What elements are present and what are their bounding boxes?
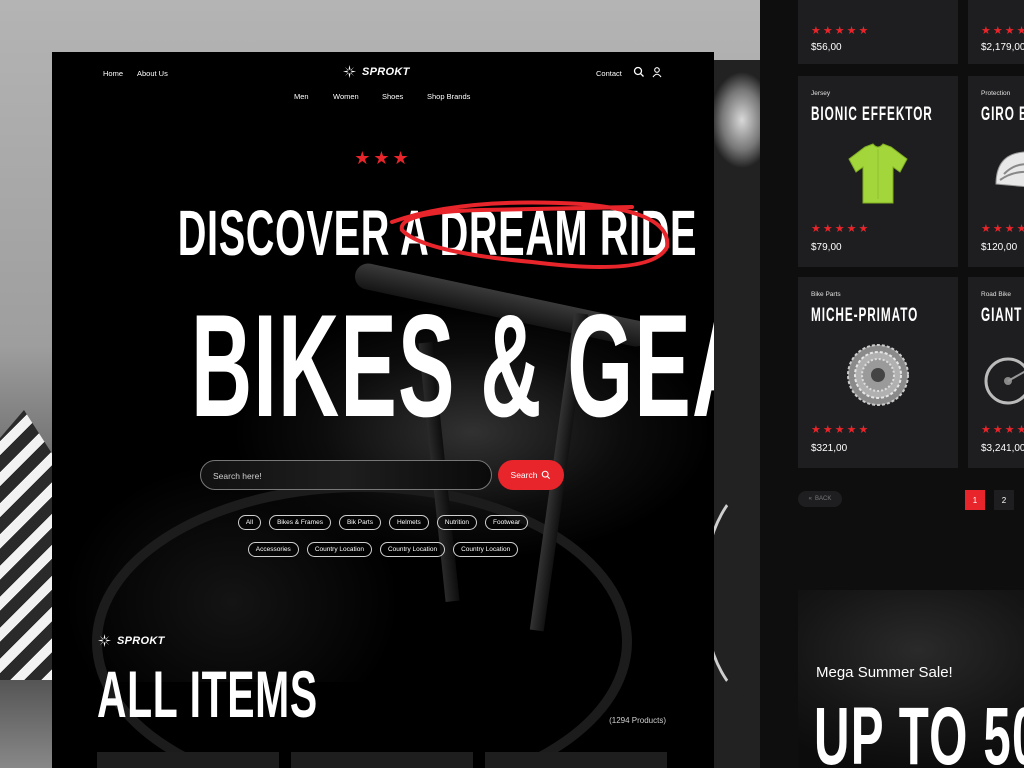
nav-home-link[interactable]: Home — [103, 69, 123, 78]
product-rating: ★★★★★ — [981, 25, 1024, 37]
filter-chip-country-location[interactable]: Country Location — [306, 542, 372, 557]
product-card[interactable] — [485, 752, 667, 768]
helmet-icon — [995, 151, 1024, 188]
product-name: GIANT — [981, 305, 1023, 326]
road-photo — [0, 680, 60, 768]
filter-chip-bikes-frames[interactable]: Bikes & Frames — [269, 515, 331, 530]
nav-contact-link[interactable]: Contact — [596, 69, 622, 78]
product-rating: ★★★★★ — [811, 25, 871, 37]
search-input[interactable] — [211, 461, 485, 491]
hero-headline-line2: BIKES & GEAR — [191, 284, 714, 447]
jersey-icon — [848, 143, 908, 204]
search-icon — [542, 470, 551, 480]
page-button-2[interactable]: 2 — [994, 490, 1014, 510]
search-icon[interactable] — [633, 66, 645, 78]
cyclist-photo — [702, 60, 828, 768]
product-card[interactable]: Road Bike GIANT ★★★★★ $3,241,00 — [968, 277, 1024, 468]
back-button-label: BACK — [815, 496, 832, 502]
product-price: $56,00 — [811, 42, 842, 53]
filter-chip-country-location[interactable]: Country Location — [453, 542, 519, 557]
product-category: Protection — [981, 90, 1011, 97]
product-rating: ★★★★★ — [981, 424, 1024, 436]
sale-headline: UP TO 50 — [814, 691, 1024, 768]
product-price: $3,241,00 — [981, 443, 1024, 454]
section-title: ALL ITEMS — [97, 657, 318, 731]
filter-chips-row-1: All Bikes & Frames Bik Parts Helmets Nut… — [52, 515, 714, 530]
filter-chip-country-location[interactable]: Country Location — [379, 542, 446, 557]
product-card[interactable]: ★★★★★ $2,179,00 — [968, 0, 1024, 64]
product-price: $2,179,00 — [981, 42, 1024, 53]
section-brand-logo: SPROKT — [97, 633, 165, 648]
bike-icon — [984, 357, 1024, 405]
rating-stars: ★★★ — [354, 148, 412, 168]
product-image — [798, 335, 958, 415]
brand-name: SPROKT — [362, 65, 410, 78]
filter-chip-nutrition[interactable]: Nutrition — [436, 515, 478, 530]
product-card[interactable] — [291, 752, 473, 768]
product-count: (1294 Products) — [609, 716, 666, 725]
product-image — [968, 339, 1024, 419]
filter-chips-row-2: Accessories Country Location Country Loc… — [52, 542, 714, 557]
product-card[interactable]: ★★★★★ $56,00 — [798, 0, 958, 64]
product-price: $321,00 — [811, 443, 848, 454]
product-image — [968, 134, 1024, 214]
brand-logo[interactable]: SPROKT — [342, 64, 410, 79]
category-shop-brands-link[interactable]: Shop Brands — [427, 92, 470, 101]
product-card[interactable] — [97, 752, 279, 768]
category-men-link[interactable]: Men — [294, 92, 309, 101]
product-card[interactable]: Jersey BIONIC EFFEKTOR ★★★★★ $79,00 — [798, 76, 958, 267]
cassette-icon — [847, 344, 909, 406]
product-name: BIONIC EFFEKTOR — [811, 104, 933, 125]
category-women-link[interactable]: Women — [333, 92, 359, 101]
back-button[interactable]: « BACK — [798, 491, 842, 507]
search-button[interactable]: Search — [498, 460, 564, 490]
hero-panel: Home About Us SPROKT Contact Men Women S… — [52, 52, 714, 768]
double-chevron-left-icon: « — [808, 496, 812, 502]
product-rating: ★★★★★ — [981, 223, 1024, 235]
product-price: $79,00 — [811, 242, 842, 253]
shop-panel: ★★★★★ $56,00 ★★★★★ $2,179,00 Jersey BION… — [760, 0, 1024, 768]
filter-chip-helmets[interactable]: Helmets — [388, 515, 429, 530]
search-button-label: Search — [510, 470, 538, 480]
category-shoes-link[interactable]: Shoes — [382, 92, 403, 101]
sprocket-icon — [342, 64, 357, 79]
product-rating: ★★★★★ — [811, 223, 871, 235]
sprocket-icon — [97, 633, 112, 648]
filter-chip-all[interactable]: All — [237, 515, 262, 530]
product-category: Road Bike — [981, 291, 1011, 298]
product-price: $120,00 — [981, 242, 1018, 253]
nav-about-link[interactable]: About Us — [137, 69, 168, 78]
sale-banner[interactable]: Mega Summer Sale! UP TO 50 — [798, 590, 1024, 768]
sale-subtitle: Mega Summer Sale! — [816, 664, 953, 681]
product-rating: ★★★★★ — [811, 424, 871, 436]
top-navigation: Home About Us SPROKT Contact Men Women S… — [52, 52, 714, 122]
user-icon[interactable] — [651, 66, 663, 78]
product-card[interactable]: Bike Parts MICHE-PRIMATO ★★★★★ $321,00 — [798, 277, 958, 468]
product-name: MICHE-PRIMATO — [811, 305, 919, 326]
filter-chip-bike-parts[interactable]: Bik Parts — [338, 515, 381, 530]
brand-name: SPROKT — [117, 634, 165, 647]
scribble-circle-decoration — [390, 200, 670, 269]
filter-chip-accessories[interactable]: Accessories — [247, 542, 299, 557]
mountain-photo — [0, 410, 60, 690]
product-card[interactable]: Protection GIRO E ★★★★★ $120,00 — [968, 76, 1024, 267]
product-image — [798, 134, 958, 214]
filter-chip-footwear[interactable]: Footwear — [485, 515, 529, 530]
search-field — [200, 460, 492, 491]
page-button-1[interactable]: 1 — [965, 490, 985, 510]
product-category: Bike Parts — [811, 291, 841, 298]
product-name: GIRO E — [981, 104, 1024, 125]
product-category: Jersey — [811, 90, 831, 97]
